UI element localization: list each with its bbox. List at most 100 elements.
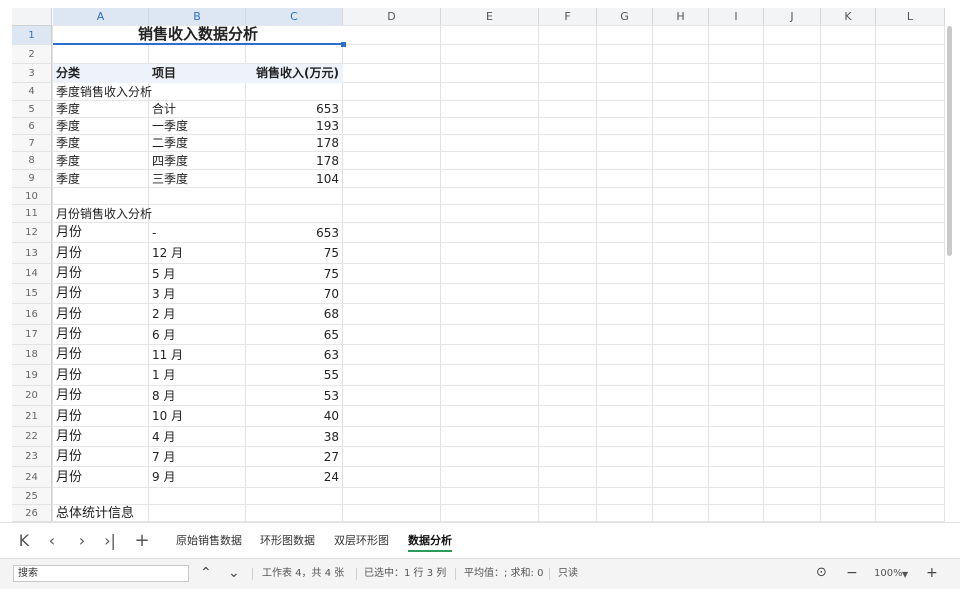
cell-item[interactable]: 2 月 — [149, 304, 245, 325]
title-cell[interactable]: 销售收入数据分析 — [53, 26, 343, 45]
tab-sheet-1[interactable]: 原始销售数据 — [176, 534, 242, 548]
cell-category[interactable]: 月份 — [53, 447, 148, 467]
cell-category[interactable]: 季度 — [53, 135, 148, 152]
cell-category[interactable]: 季度 — [53, 152, 148, 170]
row-header[interactable]: 13 — [12, 243, 52, 264]
zoom-out-button[interactable]: − — [846, 564, 858, 582]
chevron-down-icon[interactable]: ⌄ — [228, 564, 240, 582]
column-header-f[interactable]: F — [539, 8, 597, 26]
row-header[interactable]: 15 — [12, 284, 52, 304]
row-header[interactable]: 23 — [12, 447, 52, 467]
zoom-dropdown-icon[interactable]: ▼ — [902, 568, 908, 582]
cell-value[interactable]: 178 — [246, 152, 342, 170]
last-sheet-button[interactable]: ›| — [100, 531, 120, 551]
row-header[interactable]: 9 — [12, 170, 52, 188]
cell-category[interactable]: 月份 — [53, 427, 148, 447]
cell-item[interactable]: 一季度 — [149, 118, 245, 135]
add-sheet-button[interactable]: + — [132, 531, 152, 551]
row-header[interactable]: 19 — [12, 365, 52, 386]
cell-value[interactable]: 53 — [246, 386, 342, 406]
cell-value[interactable]: 68 — [246, 304, 342, 325]
row-header[interactable]: 18 — [12, 345, 52, 365]
cell-value[interactable]: 40 — [246, 406, 342, 427]
cell-item[interactable]: 11 月 — [149, 345, 245, 365]
search-input[interactable]: 搜索 — [13, 565, 189, 582]
cell-category[interactable]: 月份 — [53, 345, 148, 365]
cell-value[interactable]: 27 — [246, 447, 342, 467]
zoom-level[interactable]: 100% — [874, 567, 903, 581]
cell-item[interactable]: 四季度 — [149, 152, 245, 170]
cell-item[interactable]: 12 月 — [149, 243, 245, 264]
cell-value[interactable]: 178 — [246, 135, 342, 152]
cell-category[interactable]: 月份 — [53, 223, 148, 243]
cell-value[interactable]: 193 — [246, 118, 342, 135]
row-header[interactable]: 1 — [12, 26, 52, 45]
cell-value[interactable]: 55 — [246, 365, 342, 386]
cell-item[interactable]: 10 月 — [149, 406, 245, 427]
prev-sheet-button[interactable]: ‹ — [42, 531, 62, 551]
section-label-quarter[interactable]: 季度销售收入分析 — [53, 83, 152, 101]
section-label-month[interactable]: 月份销售收入分析 — [53, 205, 152, 223]
cell-category[interactable]: 月份 — [53, 467, 148, 488]
tab-sheet-3[interactable]: 双层环形图 — [334, 534, 389, 548]
cell-item[interactable]: 8 月 — [149, 386, 245, 406]
cell-item[interactable]: 三季度 — [149, 170, 245, 188]
cell-item[interactable]: 5 月 — [149, 264, 245, 284]
header-cell-category[interactable]: 分类 — [53, 64, 148, 83]
column-header-d[interactable]: D — [343, 8, 441, 26]
header-cell-revenue[interactable]: 销售收入(万元) — [246, 64, 342, 83]
row-header[interactable]: 7 — [12, 135, 52, 152]
row-header[interactable]: 14 — [12, 264, 52, 284]
row-header[interactable]: 17 — [12, 325, 52, 345]
row-header[interactable]: 26 — [12, 505, 52, 522]
row-header[interactable]: 3 — [12, 64, 52, 83]
row-header[interactable]: 16 — [12, 304, 52, 325]
column-header-j[interactable]: J — [764, 8, 821, 26]
cell-category[interactable]: 季度 — [53, 118, 148, 135]
cell-value[interactable]: 653 — [246, 223, 342, 243]
cell-value[interactable]: 653 — [246, 101, 342, 118]
header-cell-item[interactable]: 项目 — [149, 64, 245, 83]
spreadsheet-grid[interactable]: ABCDEFGHIJKL 1 2 3 4 5 6 7 8 9 10 11 12 13 14 15 16 17 18… — [0, 0, 960, 522]
first-sheet-button[interactable]: K — [14, 531, 34, 551]
column-header-b[interactable]: B — [149, 8, 246, 26]
next-sheet-button[interactable]: › — [72, 531, 92, 551]
cell-category[interactable]: 月份 — [53, 325, 148, 345]
cell-category[interactable]: 季度 — [53, 101, 148, 118]
row-header[interactable]: 4 — [12, 83, 52, 101]
cell-category[interactable]: 月份 — [53, 386, 148, 406]
column-header-e[interactable]: E — [441, 8, 539, 26]
cell-value[interactable]: 63 — [246, 345, 342, 365]
cell-category[interactable]: 月份 — [53, 304, 148, 325]
cell-category[interactable]: 季度 — [53, 170, 148, 188]
cell-category[interactable]: 月份 — [53, 406, 148, 427]
cell-value[interactable]: 38 — [246, 427, 342, 447]
cell-item[interactable]: 二季度 — [149, 135, 245, 152]
cell-value[interactable]: 104 — [246, 170, 342, 188]
row-header[interactable]: 6 — [12, 118, 52, 135]
tab-sheet-4[interactable]: 数据分析 — [408, 534, 452, 552]
column-header-h[interactable]: H — [653, 8, 709, 26]
cell-value[interactable]: 75 — [246, 243, 342, 264]
column-header-a[interactable]: A — [53, 8, 149, 26]
vertical-scrollbar[interactable] — [947, 26, 952, 256]
cell-value[interactable]: 70 — [246, 284, 342, 304]
cell-value[interactable]: 65 — [246, 325, 342, 345]
cell-item[interactable]: - — [149, 223, 245, 243]
cell-value[interactable]: 75 — [246, 264, 342, 284]
row-header[interactable]: 25 — [12, 488, 52, 505]
row-header[interactable]: 22 — [12, 427, 52, 447]
cell-category[interactable]: 月份 — [53, 365, 148, 386]
row-header[interactable]: 20 — [12, 386, 52, 406]
row-header[interactable]: 10 — [12, 188, 52, 205]
selection-fill-handle[interactable] — [341, 42, 346, 47]
row-header[interactable]: 12 — [12, 223, 52, 243]
cell-category[interactable]: 月份 — [53, 264, 148, 284]
column-header-k[interactable]: K — [821, 8, 876, 26]
cell-item[interactable]: 9 月 — [149, 467, 245, 488]
cell-item[interactable]: 7 月 — [149, 447, 245, 467]
cell-item[interactable]: 4 月 — [149, 427, 245, 447]
row-header[interactable]: 24 — [12, 467, 52, 488]
section-label-total[interactable]: 总体统计信息 — [53, 505, 148, 522]
chevron-up-icon[interactable]: ⌃ — [200, 564, 212, 582]
